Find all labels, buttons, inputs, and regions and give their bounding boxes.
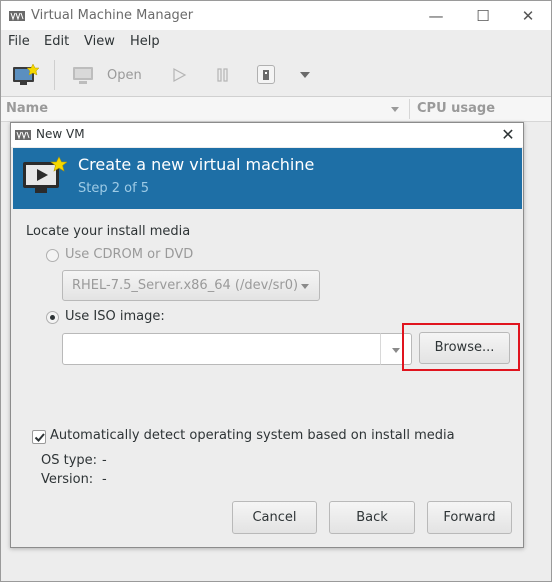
banner-step: Step 2 of 5 <box>78 181 150 196</box>
power-icon <box>263 70 269 80</box>
cdrom-label: Use CDROM or DVD <box>65 247 194 262</box>
back-button[interactable]: Back <box>329 501 415 534</box>
column-name-header[interactable]: Name <box>6 101 48 116</box>
sort-chevron-icon[interactable] <box>390 106 400 113</box>
minimize-button[interactable]: — <box>423 4 449 28</box>
open-button[interactable]: Open <box>107 68 142 83</box>
maximize-button[interactable]: ☐ <box>470 4 496 28</box>
list-header: Name CPU usage <box>1 97 551 122</box>
titlebar: Virtual Machine Manager — ☐ ✕ <box>1 1 551 30</box>
new-vm-dialog: New VM ✕ Create a new virtual machine St… <box>10 122 524 548</box>
app-icon <box>15 130 31 140</box>
section-label: Locate your install media <box>26 224 191 239</box>
column-cpu-header[interactable]: CPU usage <box>417 101 495 116</box>
toolbar: Open <box>1 54 551 97</box>
new-vm-icon <box>23 156 67 193</box>
app-icon <box>9 11 25 21</box>
monitor-icon <box>73 67 93 84</box>
toolbar-separator <box>54 60 55 90</box>
chevron-down-icon[interactable] <box>299 71 311 79</box>
version-value: - <box>102 472 107 487</box>
dialog-titlebar: New VM ✕ <box>11 123 523 147</box>
cancel-button[interactable]: Cancel <box>232 501 317 534</box>
chevron-down-icon <box>392 348 400 353</box>
os-type-label: OS type: <box>41 453 98 468</box>
menubar: File Edit View Help <box>1 30 551 54</box>
chevron-down-icon <box>301 284 309 289</box>
checkmark-icon <box>34 433 45 442</box>
menu-help[interactable]: Help <box>130 34 160 49</box>
cdrom-select-value: RHEL-7.5_Server.x86_64 (/dev/sr0) <box>72 278 299 293</box>
browse-button[interactable]: Browse... <box>419 332 510 364</box>
autodetect-label: Automatically detect operating system ba… <box>50 428 455 443</box>
version-label: Version: <box>41 472 94 487</box>
os-type-value: - <box>102 453 107 468</box>
new-vm-icon[interactable] <box>12 63 40 87</box>
iso-label: Use ISO image: <box>65 309 165 324</box>
pause-icon[interactable] <box>215 67 231 83</box>
play-icon[interactable] <box>171 67 187 83</box>
window-title: Virtual Machine Manager <box>31 8 194 23</box>
power-button[interactable] <box>257 65 275 84</box>
dialog-close-button[interactable]: ✕ <box>495 123 521 147</box>
dialog-title: New VM <box>36 127 85 141</box>
autodetect-checkbox[interactable] <box>32 430 46 444</box>
cdrom-radio[interactable] <box>46 249 59 262</box>
column-divider <box>409 99 410 119</box>
banner-title: Create a new virtual machine <box>78 155 315 174</box>
close-button[interactable]: ✕ <box>515 4 541 28</box>
forward-button[interactable]: Forward <box>427 501 512 534</box>
iso-radio[interactable] <box>46 311 59 324</box>
menu-file[interactable]: File <box>8 34 30 49</box>
menu-view[interactable]: View <box>84 34 115 49</box>
iso-path-input[interactable] <box>62 333 381 365</box>
cdrom-select[interactable]: RHEL-7.5_Server.x86_64 (/dev/sr0) <box>62 270 320 301</box>
wizard-banner: Create a new virtual machine Step 2 of 5 <box>13 148 522 209</box>
menu-edit[interactable]: Edit <box>44 34 69 49</box>
